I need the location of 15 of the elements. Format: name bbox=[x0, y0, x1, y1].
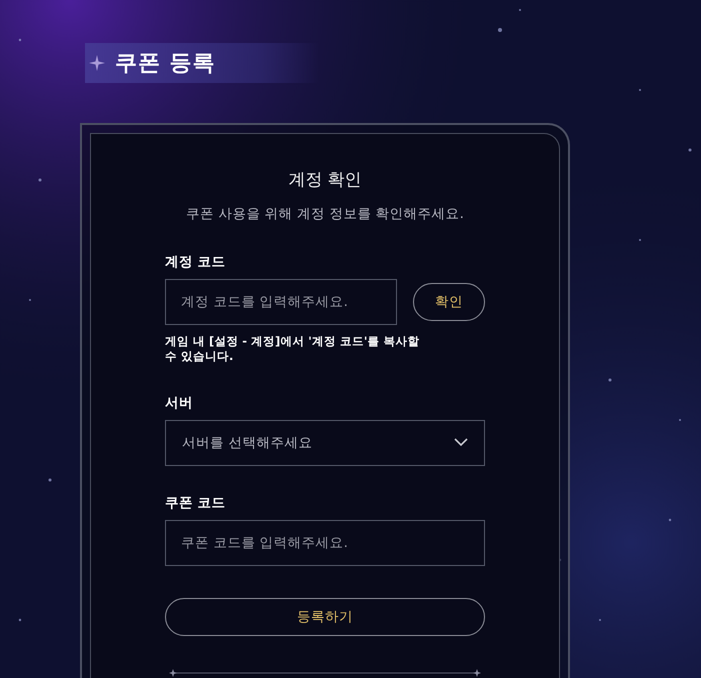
page-title: 쿠폰 등록 bbox=[115, 50, 216, 78]
server-dropdown[interactable]: 서버를 선택해주세요 bbox=[165, 420, 485, 466]
register-button[interactable]: 등록하기 bbox=[165, 598, 485, 636]
field-label: 서버 bbox=[165, 394, 193, 412]
section-subtitle: 쿠폰 사용을 위해 계정 정보를 확인해주세요. bbox=[185, 205, 465, 223]
section-title: 계정 확인 bbox=[287, 169, 363, 191]
dropdown-placeholder: 서버를 선택해주세요 bbox=[182, 434, 312, 452]
sparkle-icon bbox=[89, 55, 105, 71]
help-text: 게임 내 [설정 - 계정]에서 '계정 코드'를 복사할 수 있습니다. bbox=[165, 334, 420, 364]
field-label: 계정 코드 bbox=[165, 253, 226, 271]
chevron-down-icon bbox=[454, 438, 468, 448]
account-code-field[interactable]: 계정 코드를 입력해주세요. bbox=[165, 279, 397, 325]
field-label: 쿠폰 코드 bbox=[165, 494, 226, 512]
confirm-button[interactable]: 확인 bbox=[413, 283, 485, 321]
coupon-code-field[interactable]: 쿠폰 코드를 입력해주세요. bbox=[165, 520, 485, 566]
